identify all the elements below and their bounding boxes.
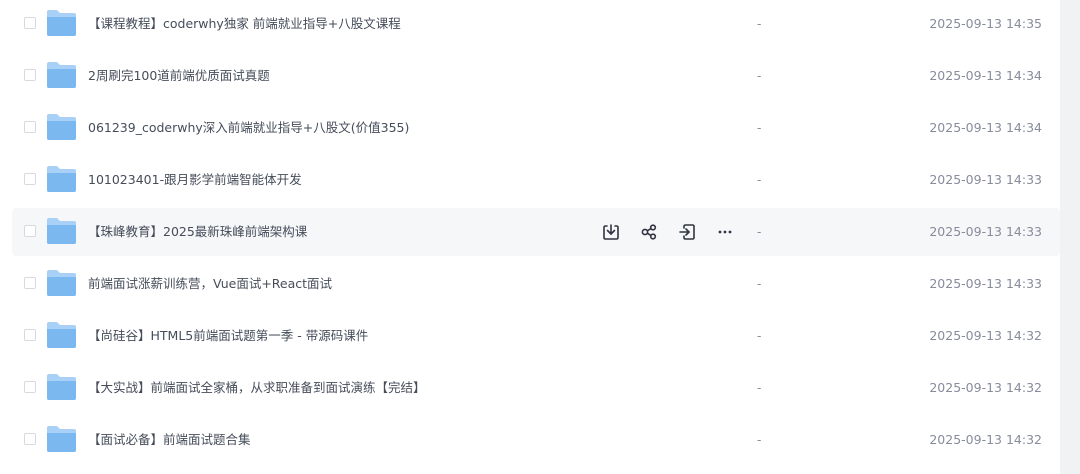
- file-row[interactable]: 061239_coderwhy深入前端就业指导+八股文(价值355) - 202…: [12, 104, 1060, 152]
- row-checkbox[interactable]: [24, 277, 36, 289]
- file-row[interactable]: 【课程教程】coderwhy独家 前端就业指导+八股文课程 - 2025-09-…: [12, 0, 1060, 48]
- file-name[interactable]: 【大实战】前端面试全家桶，从求职准备到面试演练【完结】: [88, 364, 426, 412]
- file-name[interactable]: 【珠峰教育】2025最新珠峰前端架构课: [88, 208, 307, 256]
- file-row[interactable]: 前端面试涨薪训练营，Vue面试+React面试 - 2025-09-13 14:…: [12, 260, 1060, 308]
- row-checkbox[interactable]: [24, 17, 36, 29]
- file-size: -: [757, 17, 762, 31]
- file-name[interactable]: 【面试必备】前端面试题合集: [88, 416, 251, 464]
- file-modified-date: 2025-09-13 14:32: [929, 328, 1042, 343]
- download-icon: [603, 224, 619, 240]
- file-row[interactable]: 【尚硅谷】HTML5前端面试题第一季 - 带源码课件 - 2025-09-13 …: [12, 312, 1060, 360]
- file-name[interactable]: 【尚硅谷】HTML5前端面试题第一季 - 带源码课件: [88, 312, 368, 360]
- file-size: -: [757, 277, 762, 291]
- file-row[interactable]: 2周刷完100道前端优质面试真题 - 2025-09-13 14:34: [12, 52, 1060, 100]
- file-name[interactable]: 【课程教程】coderwhy独家 前端就业指导+八股文课程: [88, 0, 401, 48]
- file-name[interactable]: 061239_coderwhy深入前端就业指导+八股文(价值355): [88, 104, 409, 152]
- file-modified-date: 2025-09-13 14:34: [929, 68, 1042, 83]
- file-modified-date: 2025-09-13 14:35: [929, 16, 1042, 31]
- file-modified-date: 2025-09-13 14:33: [929, 276, 1042, 291]
- folder-icon: [47, 374, 76, 400]
- row-actions: [600, 208, 736, 256]
- share-icon: [641, 224, 657, 240]
- row-checkbox[interactable]: [24, 381, 36, 393]
- file-modified-date: 2025-09-13 14:34: [929, 120, 1042, 135]
- file-row[interactable]: 101023401-跟月影学前端智能体开发 - 2025-09-13 14:33: [12, 156, 1060, 204]
- scrollbar-track[interactable]: [1060, 0, 1080, 474]
- row-checkbox[interactable]: [24, 329, 36, 341]
- file-modified-date: 2025-09-13 14:33: [929, 172, 1042, 187]
- folder-icon: [47, 114, 76, 140]
- folder-icon: [47, 10, 76, 36]
- file-size: -: [757, 69, 762, 83]
- folder-icon: [47, 426, 76, 452]
- file-modified-date: 2025-09-13 14:32: [929, 432, 1042, 447]
- more-button[interactable]: [714, 221, 736, 243]
- folder-icon: [47, 270, 76, 296]
- more-icon: [718, 230, 732, 234]
- file-modified-date: 2025-09-13 14:32: [929, 380, 1042, 395]
- file-size: -: [757, 173, 762, 187]
- file-size: -: [757, 433, 762, 447]
- folder-icon: [47, 166, 76, 192]
- folder-icon: [47, 322, 76, 348]
- share-button[interactable]: [638, 221, 660, 243]
- folder-icon: [47, 62, 76, 88]
- row-checkbox[interactable]: [24, 225, 36, 237]
- file-row[interactable]: 【珠峰教育】2025最新珠峰前端架构课 - 2025-09-13 14:33: [12, 208, 1060, 256]
- file-size: -: [757, 225, 762, 239]
- folder-icon: [47, 218, 76, 244]
- file-size: -: [757, 329, 762, 343]
- file-size: -: [757, 381, 762, 395]
- download-button[interactable]: [600, 221, 622, 243]
- move-button[interactable]: [676, 221, 698, 243]
- file-row[interactable]: 【大实战】前端面试全家桶，从求职准备到面试演练【完结】 - 2025-09-13…: [12, 364, 1060, 412]
- file-modified-date: 2025-09-13 14:33: [929, 224, 1042, 239]
- row-checkbox[interactable]: [24, 121, 36, 133]
- row-checkbox[interactable]: [24, 173, 36, 185]
- file-list: 【课程教程】coderwhy独家 前端就业指导+八股文课程 - 2025-09-…: [0, 0, 1080, 474]
- file-name[interactable]: 101023401-跟月影学前端智能体开发: [88, 156, 302, 204]
- move-icon: [679, 224, 695, 240]
- file-size: -: [757, 121, 762, 135]
- file-row[interactable]: 【面试必备】前端面试题合集 - 2025-09-13 14:32: [12, 416, 1060, 464]
- row-checkbox[interactable]: [24, 433, 36, 445]
- row-checkbox[interactable]: [24, 69, 36, 81]
- file-name[interactable]: 前端面试涨薪训练营，Vue面试+React面试: [88, 260, 332, 308]
- file-name[interactable]: 2周刷完100道前端优质面试真题: [88, 52, 270, 100]
